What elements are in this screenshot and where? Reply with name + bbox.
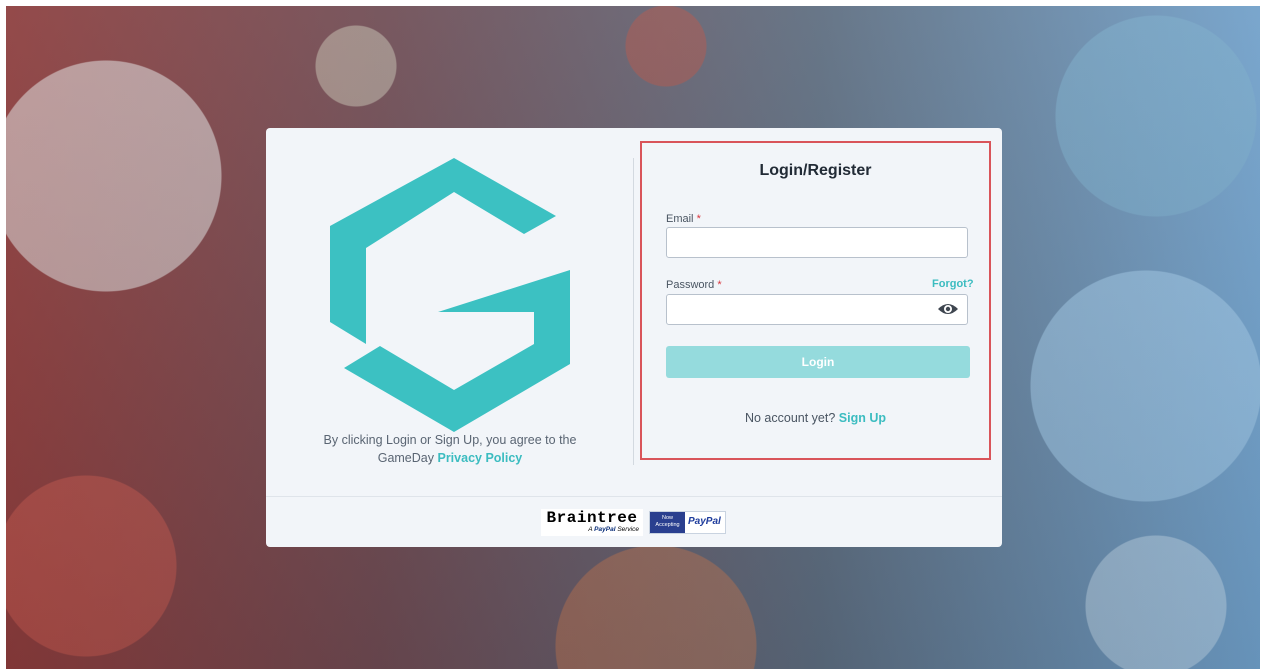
now-accepting-label: Now Accepting xyxy=(650,512,685,533)
paypal-badge: Now Accepting PayPal xyxy=(649,511,726,534)
vertical-divider xyxy=(633,158,634,465)
agree-text: By clicking Login or Sign Up, you agree … xyxy=(323,433,577,447)
sign-up-link[interactable]: Sign Up xyxy=(839,411,886,425)
privacy-policy-link[interactable]: Privacy Policy xyxy=(437,451,522,465)
forgot-password-link[interactable]: Forgot? xyxy=(932,278,974,290)
privacy-notice: By clicking Login or Sign Up, you agree … xyxy=(300,431,600,467)
no-account-text: No account yet? xyxy=(744,411,836,425)
login-title: Login/Register xyxy=(759,162,872,179)
required-mark: * xyxy=(717,279,722,291)
email-input[interactable] xyxy=(666,227,968,258)
email-label: Email * xyxy=(666,213,701,225)
brand-text: GameDay xyxy=(377,451,434,465)
braintree-subtitle: A PayPal Service xyxy=(588,526,639,533)
required-mark: * xyxy=(696,213,701,225)
eye-icon[interactable] xyxy=(938,302,958,316)
braintree-name: Braintree xyxy=(546,509,638,527)
signup-prompt: No account yet? Sign Up xyxy=(640,411,991,425)
gameday-logo-icon xyxy=(326,156,576,436)
login-button[interactable]: Login xyxy=(666,346,970,378)
braintree-logo: Braintree A PayPal Service xyxy=(541,509,643,536)
password-input[interactable] xyxy=(666,294,968,325)
login-card: By clicking Login or Sign Up, you agree … xyxy=(266,128,1002,547)
paypal-label: PayPal xyxy=(688,516,721,527)
footer-divider xyxy=(266,496,1002,497)
password-label: Password * xyxy=(666,279,722,291)
